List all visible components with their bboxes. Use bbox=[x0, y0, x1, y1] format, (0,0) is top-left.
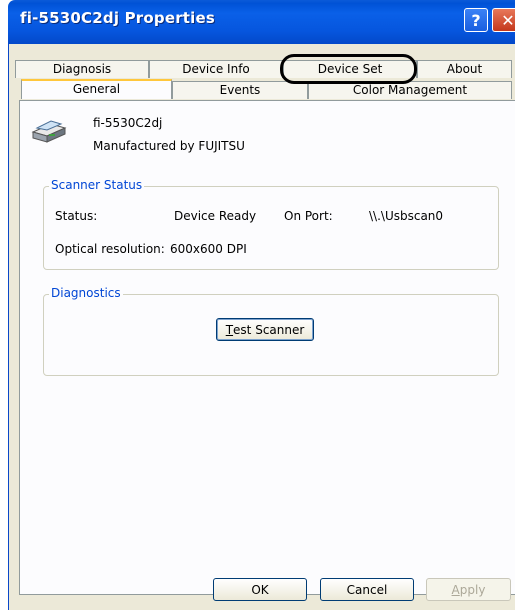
properties-window: fi-5530C2dj Properties ? ✕ Diagnosis Dev… bbox=[0, 0, 515, 610]
test-scanner-hotkey: T bbox=[225, 322, 234, 337]
test-scanner-label: est Scanner bbox=[233, 322, 305, 337]
tab-events[interactable]: Events bbox=[172, 81, 308, 99]
port-value: \\.\Usbscan0 bbox=[369, 209, 444, 223]
resolution-value: 600x600 DPI bbox=[170, 242, 247, 256]
test-scanner-button[interactable]: Test Scanner bbox=[216, 318, 314, 341]
manufacturer-text: Manufactured by FUJITSU bbox=[93, 139, 245, 153]
diagnostics-title: Diagnostics bbox=[49, 286, 123, 300]
apply-label: pply bbox=[459, 582, 486, 597]
tab-device-set[interactable]: Device Set bbox=[283, 60, 417, 78]
status-label: Status: bbox=[55, 209, 98, 223]
tab-about[interactable]: About bbox=[417, 60, 512, 78]
tab-device-info[interactable]: Device Info bbox=[149, 60, 283, 78]
resolution-label: Optical resolution: bbox=[55, 242, 165, 256]
apply-button[interactable]: Apply bbox=[426, 578, 511, 601]
status-value: Device Ready bbox=[174, 209, 257, 223]
cancel-button[interactable]: Cancel bbox=[320, 578, 414, 601]
dialog-body: Diagnosis Device Info Device Set About E… bbox=[8, 44, 515, 610]
close-button[interactable]: ✕ bbox=[492, 8, 515, 32]
window-title: fi-5530C2dj Properties bbox=[20, 9, 216, 27]
device-name: fi-5530C2dj bbox=[93, 116, 163, 130]
scanner-status-group bbox=[43, 186, 499, 270]
port-label: On Port: bbox=[284, 209, 333, 223]
tab-general[interactable]: General bbox=[21, 79, 172, 99]
scanner-status-title: Scanner Status bbox=[49, 178, 145, 192]
tab-color-management[interactable]: Color Management bbox=[308, 81, 512, 99]
scanner-icon bbox=[31, 120, 67, 143]
tab-diagnosis[interactable]: Diagnosis bbox=[15, 60, 149, 78]
help-button[interactable]: ? bbox=[464, 8, 488, 32]
apply-hotkey: A bbox=[451, 582, 460, 597]
ok-button[interactable]: OK bbox=[213, 578, 307, 601]
title-bar[interactable]: fi-5530C2dj Properties ? ✕ bbox=[8, 0, 515, 44]
